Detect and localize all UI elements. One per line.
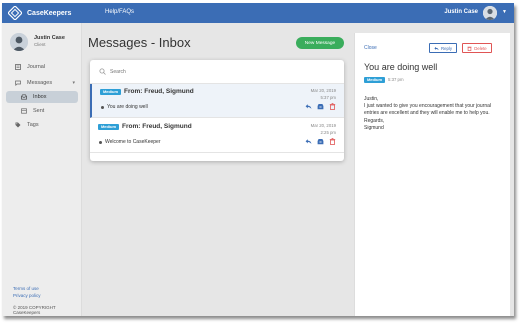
delete-button[interactable]: Delete: [462, 43, 492, 53]
list-item[interactable]: Medium From: Freud, Sigmund Mar 20, 2019…: [90, 84, 344, 118]
body-line: Regards,: [364, 117, 385, 124]
avatar[interactable]: [483, 6, 497, 20]
message-body: Justin, I just wanted to give you encour…: [364, 96, 504, 132]
body-line: I just wanted to give you encouragement …: [364, 103, 492, 117]
sidebar: Justin Case Client Journal Messages ▾ In…: [2, 23, 82, 316]
message-date: Mar 20, 2019: [310, 123, 336, 128]
journal-icon: [14, 64, 22, 70]
sidebar-item-label: Messages: [27, 80, 53, 86]
sidebar-user-role: Client: [34, 42, 46, 47]
sidebar-item-label: Inbox: [33, 94, 47, 100]
priority-badge: Medium: [364, 77, 385, 83]
message-from: From: Freud, Sigmund: [122, 123, 192, 130]
user-avatar-icon: [10, 33, 28, 51]
terms-of-use-link[interactable]: Terms of use: [13, 285, 41, 292]
priority-badge: Medium: [98, 124, 119, 130]
unread-dot: [99, 141, 102, 144]
chevron-down-icon: ▾: [72, 80, 75, 86]
search-bar: [90, 60, 344, 84]
message-list-panel: Medium From: Freud, Sigmund Mar 20, 2019…: [90, 60, 344, 161]
sidebar-user-name: Justin Case: [34, 35, 65, 41]
sidebar-item-journal[interactable]: Journal: [6, 61, 78, 73]
sidebar-item-inbox[interactable]: Inbox: [6, 91, 78, 103]
top-bar: CaseKeepers Help/FAQs Justin Case ▼: [2, 3, 514, 23]
trash-icon[interactable]: [329, 138, 336, 145]
trash-icon: [467, 46, 472, 51]
message-date: Mar 20, 2019: [310, 88, 336, 93]
message-detail-pane: Close Reply Delete You are doing well Me…: [354, 33, 510, 316]
message-subject: You are doing well: [107, 104, 148, 110]
help-faqs-link[interactable]: Help/FAQs: [105, 9, 134, 15]
priority-badge: Medium: [100, 89, 121, 95]
message-time: 2:25 pm: [320, 130, 336, 135]
sidebar-item-sent[interactable]: Sent: [6, 105, 78, 117]
logo[interactable]: CaseKeepers: [8, 6, 71, 20]
delete-button-label: Delete: [474, 45, 487, 51]
user-avatar-icon: [483, 6, 497, 20]
privacy-policy-link[interactable]: Privacy policy: [13, 292, 41, 299]
detail-time: 5:37 pm: [388, 77, 404, 82]
reply-button-label: Reply: [441, 45, 452, 51]
archive-icon[interactable]: [317, 103, 324, 110]
sidebar-item-tags[interactable]: Tags: [6, 119, 78, 131]
avatar: [10, 33, 28, 51]
body-line: Justin,: [364, 96, 379, 102]
chat-icon: [14, 80, 22, 86]
sidebar-item-label: Tags: [27, 122, 39, 128]
sidebar-item-label: Journal: [27, 64, 46, 70]
unread-dot: [101, 106, 104, 109]
detail-subject: You are doing well: [364, 62, 438, 72]
list-item[interactable]: Medium From: Freud, Sigmund Mar 20, 2019…: [90, 119, 344, 153]
row-actions: [305, 103, 336, 110]
message-subject: Welcome to CaseKeeper: [105, 139, 161, 145]
new-message-button[interactable]: New Message: [296, 37, 344, 49]
brand-name: CaseKeepers: [27, 9, 72, 17]
body-line: Sigmund: [364, 124, 384, 131]
sidebar-item-messages[interactable]: Messages ▾: [6, 77, 78, 89]
tag-icon: [14, 122, 22, 128]
reply-button[interactable]: Reply: [429, 43, 457, 53]
copyright-text: © 2019 COPYRIGHT CaseKeepers: [13, 305, 56, 315]
reply-icon: [434, 46, 439, 50]
page-title: Messages - Inbox: [88, 35, 191, 50]
message-from: From: Freud, Sigmund: [124, 88, 194, 95]
casekeepers-logo-icon: [8, 6, 22, 20]
app-window: CaseKeepers Help/FAQs Justin Case ▼ Just…: [2, 3, 514, 316]
search-input[interactable]: [110, 66, 310, 78]
reply-icon[interactable]: [305, 138, 312, 145]
trash-icon[interactable]: [329, 103, 336, 110]
top-user-name[interactable]: Justin Case: [444, 9, 478, 15]
chevron-down-icon[interactable]: ▼: [502, 9, 507, 15]
sidebar-item-label: Sent: [33, 108, 45, 114]
row-actions: [305, 138, 336, 145]
reply-icon[interactable]: [305, 103, 312, 110]
message-time: 5:37 pm: [320, 95, 336, 100]
footer-links: Terms of use Privacy policy: [13, 285, 41, 299]
sent-icon: [20, 108, 28, 114]
close-link[interactable]: Close: [364, 45, 377, 51]
search-icon: [99, 68, 106, 75]
archive-icon[interactable]: [317, 138, 324, 145]
inbox-icon: [20, 94, 28, 100]
